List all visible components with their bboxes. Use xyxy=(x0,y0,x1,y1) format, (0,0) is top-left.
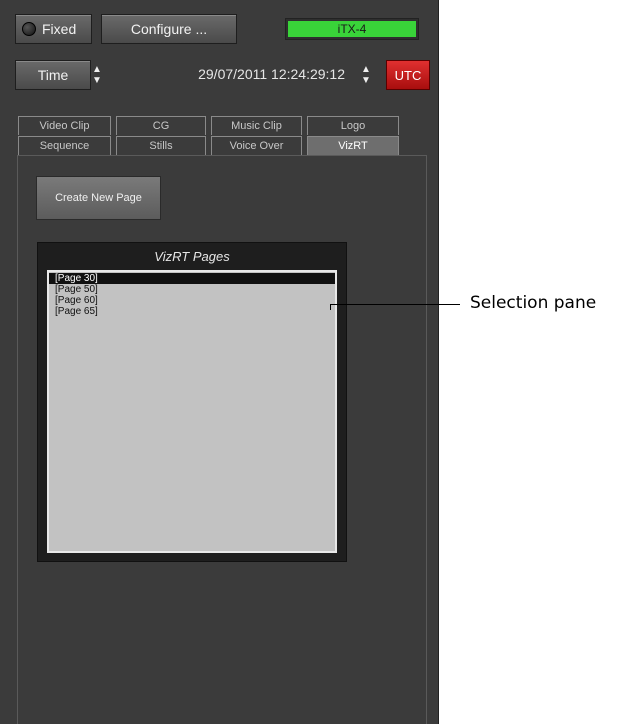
tab-label: Logo xyxy=(340,120,366,132)
tab-label: CG xyxy=(152,120,170,132)
tab-vizrt[interactable]: VizRT xyxy=(307,136,399,155)
list-item[interactable]: [Page 60] xyxy=(49,295,335,306)
configure-button[interactable]: Configure ... xyxy=(101,14,237,44)
spinner-up-icon[interactable]: ▲ xyxy=(92,64,102,75)
utc-button-label: UTC xyxy=(394,67,422,83)
time-mode-spinner[interactable]: ▲ ▼ xyxy=(90,60,104,90)
tab-music-clip[interactable]: Music Clip xyxy=(211,116,302,135)
tab-video-clip[interactable]: Video Clip xyxy=(18,116,111,135)
callout-tick xyxy=(330,304,331,310)
tab-logo[interactable]: Logo xyxy=(307,116,399,135)
tab-label: Sequence xyxy=(39,140,90,152)
fixed-button-label: Fixed xyxy=(42,21,77,37)
configure-button-label: Configure ... xyxy=(130,21,208,37)
create-new-page-button[interactable]: Create New Page xyxy=(36,176,161,220)
led-indicator-icon xyxy=(22,22,36,36)
list-item[interactable]: [Page 30] xyxy=(49,273,335,284)
callout-label: Selection pane xyxy=(470,293,597,313)
tab-label: VizRT xyxy=(338,140,368,152)
time-button[interactable]: Time xyxy=(15,60,91,90)
time-button-label: Time xyxy=(37,67,69,83)
app-window: Fixed Configure ... iTX-4 Time ▲ ▼ 29/07… xyxy=(0,0,439,724)
status-indicator: iTX-4 xyxy=(285,18,419,40)
status-label: iTX-4 xyxy=(288,21,416,37)
selection-pane[interactable]: [Page 30] [Page 50] [Page 60] [Page 65] xyxy=(47,270,337,553)
vizrt-pages-title: VizRT Pages xyxy=(154,248,230,264)
tab-label: Music Clip xyxy=(231,120,282,132)
vizrt-pages-group: VizRT Pages [Page 30] [Page 50] [Page 60… xyxy=(37,242,347,562)
callout-line xyxy=(330,304,460,305)
tab-label: Voice Over xyxy=(229,140,284,152)
tab-stills[interactable]: Stills xyxy=(116,136,206,155)
utc-button[interactable]: UTC xyxy=(386,60,430,90)
spinner-down-icon[interactable]: ▼ xyxy=(92,75,102,86)
fixed-button[interactable]: Fixed xyxy=(15,14,92,44)
tab-sequence[interactable]: Sequence xyxy=(18,136,111,155)
tab-cg[interactable]: CG xyxy=(116,116,206,135)
datetime-spinner[interactable]: ▲ ▼ xyxy=(359,60,373,90)
tab-label: Stills xyxy=(149,140,173,152)
tab-label: Video Clip xyxy=(39,120,90,132)
spinner-down-icon[interactable]: ▼ xyxy=(361,75,371,86)
datetime-display: 29/07/2011 12:24:29:12 xyxy=(198,66,345,82)
list-item[interactable]: [Page 65] xyxy=(49,306,335,317)
create-new-page-label: Create New Page xyxy=(55,192,142,204)
tab-voice-over[interactable]: Voice Over xyxy=(211,136,302,155)
list-item[interactable]: [Page 50] xyxy=(49,284,335,295)
spinner-up-icon[interactable]: ▲ xyxy=(361,64,371,75)
